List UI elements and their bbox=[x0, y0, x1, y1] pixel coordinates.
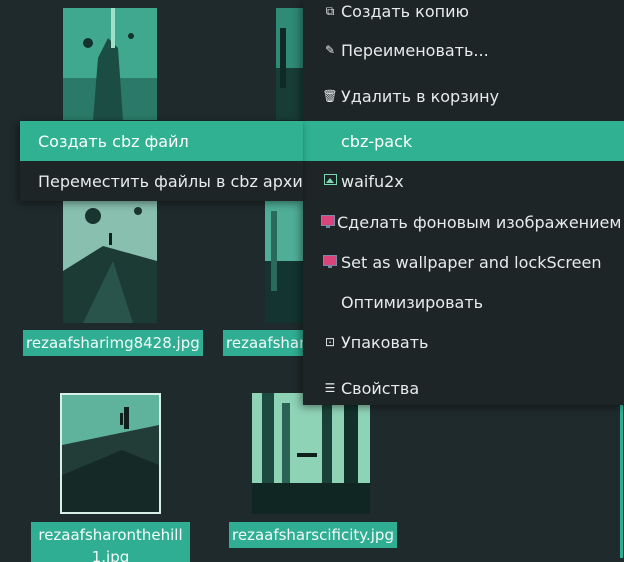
thumbnail-image-1[interactable] bbox=[63, 8, 157, 120]
menu-item-properties[interactable]: ☰ Свойства bbox=[303, 368, 624, 408]
menu-item-move-to-trash[interactable]: 🗑 Удалить в корзину bbox=[303, 76, 624, 116]
submenu-item-create-cbz[interactable]: Создать cbz файл bbox=[20, 121, 303, 161]
submenu-item-move-to-cbz[interactable]: Переместить файлы в cbz архив bbox=[20, 161, 303, 201]
thumbnail-image-2[interactable] bbox=[276, 8, 303, 120]
menu-item-create-copy[interactable]: ⧉ Создать копию bbox=[303, 0, 624, 31]
monitor-icon bbox=[323, 255, 337, 268]
file-name-label[interactable]: rezaafsharі bbox=[223, 330, 303, 356]
file-name-label[interactable]: rezaafsharscificity.jpg bbox=[229, 522, 397, 548]
menu-item-rename[interactable]: ✎ Переименовать... bbox=[303, 30, 624, 70]
archive-icon: ⊡ bbox=[324, 335, 336, 349]
menu-item-optimize[interactable]: Оптимизировать bbox=[303, 282, 624, 322]
selection-edge bbox=[620, 405, 623, 558]
menu-item-set-wallpaper[interactable]: Сделать фоновым изображением ра bbox=[303, 202, 624, 242]
menu-item-waifu2x[interactable]: waifu2x bbox=[303, 161, 624, 201]
file-name-label[interactable]: rezaafsharimg8428.jpg bbox=[23, 330, 203, 356]
pencil-icon: ✎ bbox=[324, 43, 336, 57]
menu-item-cbz-pack[interactable]: cbz-pack bbox=[303, 121, 624, 161]
copy-icon: ⧉ bbox=[325, 3, 335, 18]
thumbnail-image-3[interactable] bbox=[63, 201, 157, 323]
menu-item-pack[interactable]: ⊡ Упаковать bbox=[303, 322, 624, 362]
file-name-label[interactable]: rezaafsharonthehill1.jpg bbox=[31, 522, 190, 562]
thumbnail-image-5[interactable] bbox=[60, 393, 161, 514]
properties-icon: ☰ bbox=[324, 381, 336, 395]
cbz-submenu: Создать cbz файл Переместить файлы в cbz… bbox=[20, 121, 303, 201]
monitor-icon bbox=[321, 215, 335, 228]
context-menu: ⧉ Создать копию ✎ Переименовать... 🗑 Уда… bbox=[303, 0, 624, 405]
thumbnail-image-6[interactable] bbox=[252, 393, 370, 514]
thumbnail-image-4[interactable] bbox=[265, 201, 303, 323]
image-icon bbox=[323, 174, 337, 185]
menu-item-set-wallpaper-lockscreen[interactable]: Set as wallpaper and lockScreen bbox=[303, 242, 624, 282]
trash-icon: 🗑 bbox=[322, 89, 338, 103]
